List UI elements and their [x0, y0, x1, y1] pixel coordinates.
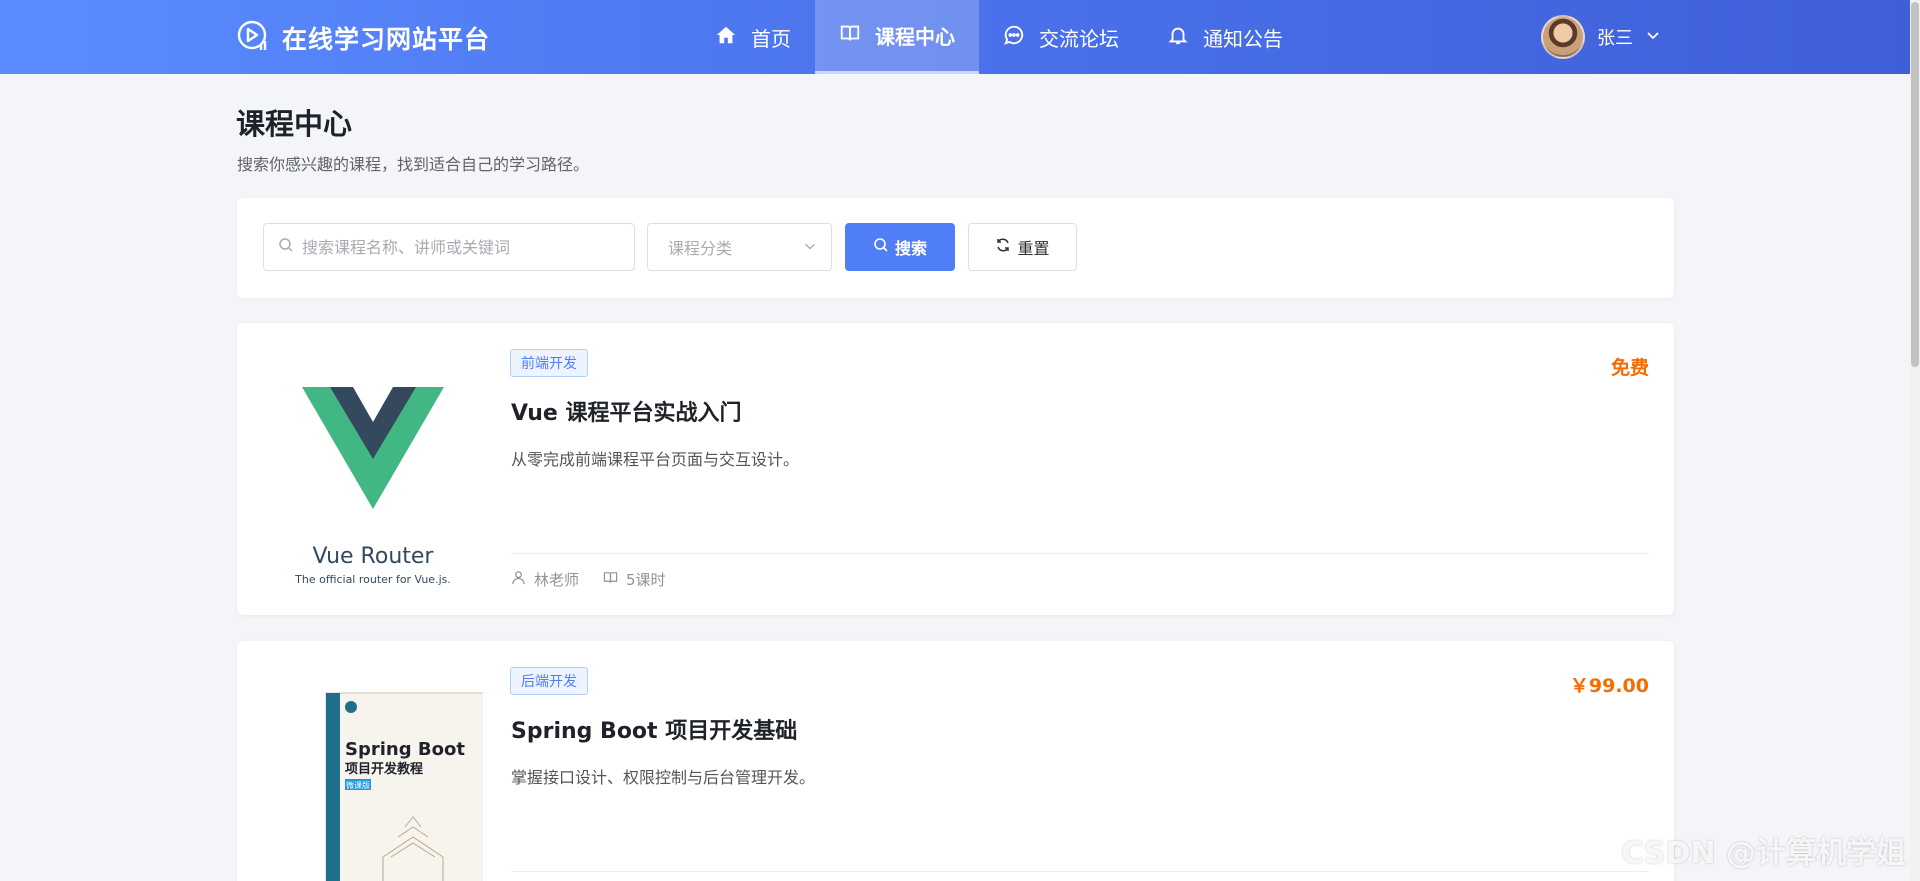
category-select[interactable]: 课程分类 [647, 223, 832, 271]
cover-book-badge: 微课版 [346, 780, 370, 790]
search-input[interactable] [302, 237, 622, 257]
divider [511, 553, 1649, 554]
bell-icon [1167, 24, 1189, 51]
book-icon [839, 22, 861, 49]
nav-item-notices[interactable]: 通知公告 [1143, 0, 1307, 74]
book-icon [603, 570, 618, 589]
main-nav: 首页 课程中心 交流论坛 通知公告 [691, 0, 1307, 74]
cover-logo-name: Vue Router [313, 544, 435, 569]
search-button[interactable]: 搜索 [845, 223, 955, 271]
category-tag: 前端开发 [510, 349, 588, 377]
nav-item-courses[interactable]: 课程中心 [815, 0, 979, 74]
reset-button-label: 重置 [1017, 239, 1050, 258]
nav-label: 首页 [751, 26, 791, 51]
page-title: 课程中心 [236, 107, 353, 141]
category-tag: 后端开发 [510, 667, 588, 695]
category-placeholder: 课程分类 [668, 239, 733, 258]
chevron-down-icon [1645, 27, 1661, 48]
course-description: 从零完成前端课程平台页面与交互设计。 [511, 450, 800, 469]
user-icon [511, 570, 526, 589]
nav-item-home[interactable]: 首页 [691, 0, 815, 74]
nav-label: 课程中心 [875, 25, 955, 49]
search-icon [873, 237, 889, 257]
course-card[interactable]: Vue Router The official router for Vue.j… [237, 323, 1674, 615]
course-title[interactable]: Spring Boot 项目开发基础 [511, 713, 797, 745]
top-navbar: 在线学习网站平台 首页 课程中心 交流论坛 通知公告 张三 [0, 0, 1910, 74]
search-button-label: 搜索 [894, 239, 927, 258]
course-description: 掌握接口设计、权限控制与后台管理开发。 [511, 768, 816, 787]
nav-label: 交流论坛 [1039, 26, 1119, 51]
teacher-info: 林老师 [511, 569, 579, 590]
course-card[interactable]: Spring Boot 项目开发教程 微课版 后端开发 Spring Boot … [237, 641, 1674, 881]
course-meta: 林老师 5课时 [511, 569, 666, 590]
nav-label: 通知公告 [1203, 26, 1283, 51]
teacher-name: 林老师 [534, 571, 580, 589]
cover-logo-sub: The official router for Vue.js. [294, 573, 451, 586]
course-price: 免费 [1610, 357, 1649, 379]
search-icon [278, 237, 294, 257]
cover-book-subtitle: 项目开发教程 [345, 761, 423, 777]
cover-book-title: Spring Boot [345, 739, 465, 760]
reset-button[interactable]: 重置 [968, 223, 1077, 271]
page-subtitle: 搜索你感兴趣的课程，找到适合自己的学习路径。 [237, 155, 590, 174]
search-panel: 课程分类 搜索 重置 [237, 198, 1674, 298]
user-name: 张三 [1597, 28, 1633, 49]
user-menu[interactable]: 张三 [1541, 15, 1661, 59]
chevron-down-icon [803, 238, 817, 257]
lessons-info: 5课时 [603, 569, 666, 590]
course-cover[interactable]: Spring Boot 项目开发教程 微课版 [263, 667, 485, 881]
search-field[interactable] [263, 223, 635, 271]
watermark: CSDN @计算机学姐 [1621, 836, 1906, 871]
brand-title: 在线学习网站平台 [282, 25, 491, 54]
course-price: ￥99.00 [1569, 675, 1649, 697]
refresh-icon [995, 237, 1011, 257]
course-cover[interactable]: Vue Router The official router for Vue.j… [263, 349, 483, 589]
course-title[interactable]: Vue 课程平台实战入门 [511, 395, 742, 427]
divider [511, 871, 1649, 872]
home-icon [715, 24, 737, 51]
play-logo-icon [236, 19, 270, 57]
page-scrollbar[interactable] [1910, 0, 1920, 881]
avatar[interactable] [1541, 15, 1585, 59]
scrollbar-thumb[interactable] [1911, 2, 1919, 367]
nav-item-forum[interactable]: 交流论坛 [979, 0, 1143, 74]
brand[interactable]: 在线学习网站平台 [236, 18, 490, 58]
lesson-count: 5课时 [626, 571, 666, 589]
chat-icon [1003, 24, 1025, 51]
